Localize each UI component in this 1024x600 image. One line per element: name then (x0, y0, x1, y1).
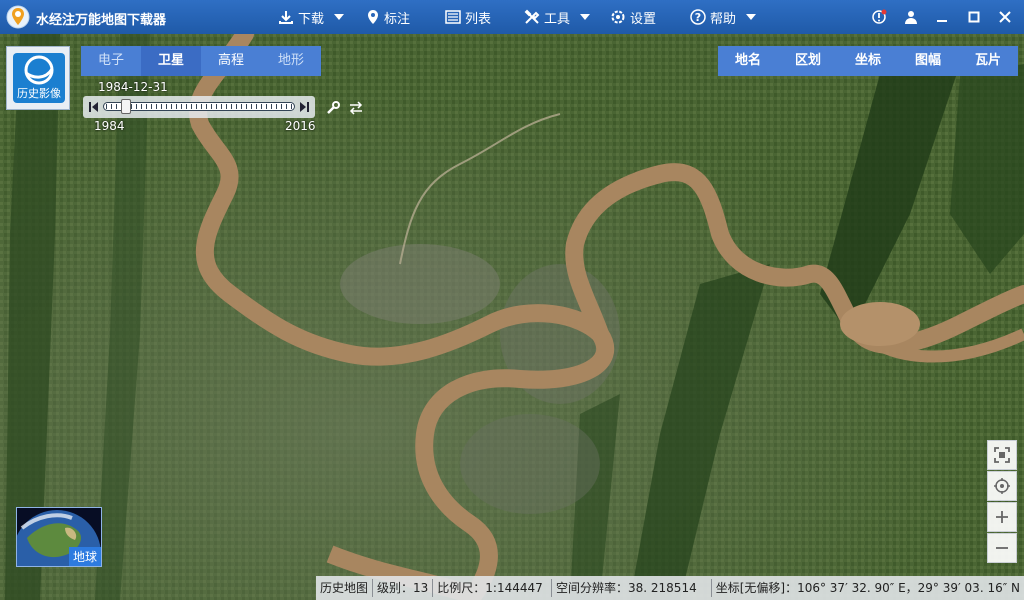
locate-button[interactable] (987, 471, 1017, 501)
maximize-icon (968, 11, 980, 23)
status-resolution: 空间分辨率：38. 218514 (552, 579, 712, 597)
history-imagery-label: 历史影像 (17, 87, 61, 100)
user-icon (905, 11, 917, 24)
status-mode: 历史地图 (316, 579, 374, 597)
timeline-slider[interactable] (83, 96, 315, 118)
zoom-in-button[interactable] (987, 502, 1017, 532)
layer-tools-tabs: 地名 区划 坐标 图幅 瓦片 (718, 46, 1018, 76)
fit-extent-icon (994, 447, 1010, 463)
tools-label: 工具 (544, 11, 571, 27)
history-imagery-icon: 历史影像 (13, 53, 65, 103)
download-menu[interactable]: 下载 (278, 8, 345, 27)
globe-view-button[interactable]: 地球 (16, 507, 102, 567)
list-menu[interactable]: 列表 (445, 8, 492, 27)
status-scale: 比例尺：1:144447 (433, 579, 552, 597)
map-view[interactable]: 历史影像 电子 卫星 高程 地形 地名 区划 坐标 图幅 瓦片 1984-12-… (0, 34, 1024, 600)
app-logo-icon (6, 5, 30, 29)
app-title: 水经注万能地图下载器 (36, 13, 167, 28)
minimize-icon (937, 20, 947, 22)
list-icon (445, 10, 461, 24)
timeline-start-year: 1984 (94, 119, 125, 133)
status-bar: 历史地图 级别：13 比例尺：1:144447 空间分辨率：38. 218514… (316, 576, 1024, 600)
tab-satellite[interactable]: 卫星 (141, 46, 201, 76)
maximize-button[interactable] (965, 8, 983, 26)
list-label: 列表 (465, 11, 492, 27)
settings-menu[interactable]: 设置 (610, 8, 657, 27)
globe-label: 地球 (68, 547, 101, 566)
history-imagery-button[interactable]: 历史影像 (6, 46, 70, 110)
status-level: 级别：13 (373, 579, 434, 597)
tab-terrain[interactable]: 地形 (261, 46, 321, 76)
zoom-out-button[interactable] (987, 533, 1017, 563)
tab-electronic[interactable]: 电子 (81, 46, 141, 76)
pin-icon (368, 10, 378, 24)
timeline-handle[interactable] (121, 99, 132, 114)
status-coordinates: 坐标[无偏移]：106° 37′ 32. 90″ E，29° 39′ 03. 1… (715, 581, 1020, 595)
chevron-down-icon (580, 14, 591, 20)
download-label: 下载 (298, 11, 325, 27)
minimize-button[interactable] (933, 8, 951, 26)
tools-menu[interactable]: 工具 (524, 8, 591, 27)
tab-sheet[interactable]: 图幅 (898, 46, 958, 76)
globe-swirl-icon (24, 55, 54, 85)
chevron-down-icon (746, 14, 757, 20)
help-label: 帮助 (710, 11, 737, 27)
user-button[interactable] (902, 8, 920, 26)
step-forward-icon[interactable] (299, 101, 309, 113)
gear-icon (611, 10, 625, 24)
swap-icon[interactable] (349, 101, 363, 115)
map-type-tabs: 电子 卫星 高程 地形 (81, 46, 321, 76)
annotate-menu[interactable]: 标注 (366, 8, 411, 27)
chevron-down-icon (334, 14, 345, 20)
timeline-track[interactable] (103, 102, 295, 111)
help-icon: ? (690, 9, 706, 25)
settings-label: 设置 (630, 11, 657, 27)
tab-placename[interactable]: 地名 (718, 46, 778, 76)
zoom-in-icon (996, 511, 1008, 523)
step-back-icon[interactable] (89, 101, 99, 113)
close-button[interactable] (996, 8, 1014, 26)
satellite-imagery (0, 34, 1024, 600)
tools-icon (524, 9, 540, 24)
timeline-current-date: 1984-12-31 (98, 80, 168, 94)
tab-tile[interactable]: 瓦片 (958, 46, 1018, 76)
zoom-out-icon (996, 547, 1008, 549)
wrench-icon[interactable] (326, 101, 340, 115)
tab-coordinate[interactable]: 坐标 (838, 46, 898, 76)
svg-text:?: ? (695, 11, 701, 24)
fit-extent-button[interactable] (987, 440, 1017, 470)
tab-division[interactable]: 区划 (778, 46, 838, 76)
notify-button[interactable] (870, 8, 888, 26)
locate-icon (994, 478, 1010, 494)
timeline-ticks (106, 104, 292, 109)
annotate-label: 标注 (384, 11, 411, 27)
notify-icon (872, 9, 887, 24)
download-icon (279, 11, 293, 24)
title-bar: 水经注万能地图下载器 下载 标注 列表 工具 设置 ? 帮助 (0, 0, 1024, 34)
close-icon (999, 11, 1011, 23)
timeline-end-year: 2016 (285, 119, 316, 133)
tab-elevation[interactable]: 高程 (201, 46, 261, 76)
help-menu[interactable]: ? 帮助 (690, 8, 757, 27)
